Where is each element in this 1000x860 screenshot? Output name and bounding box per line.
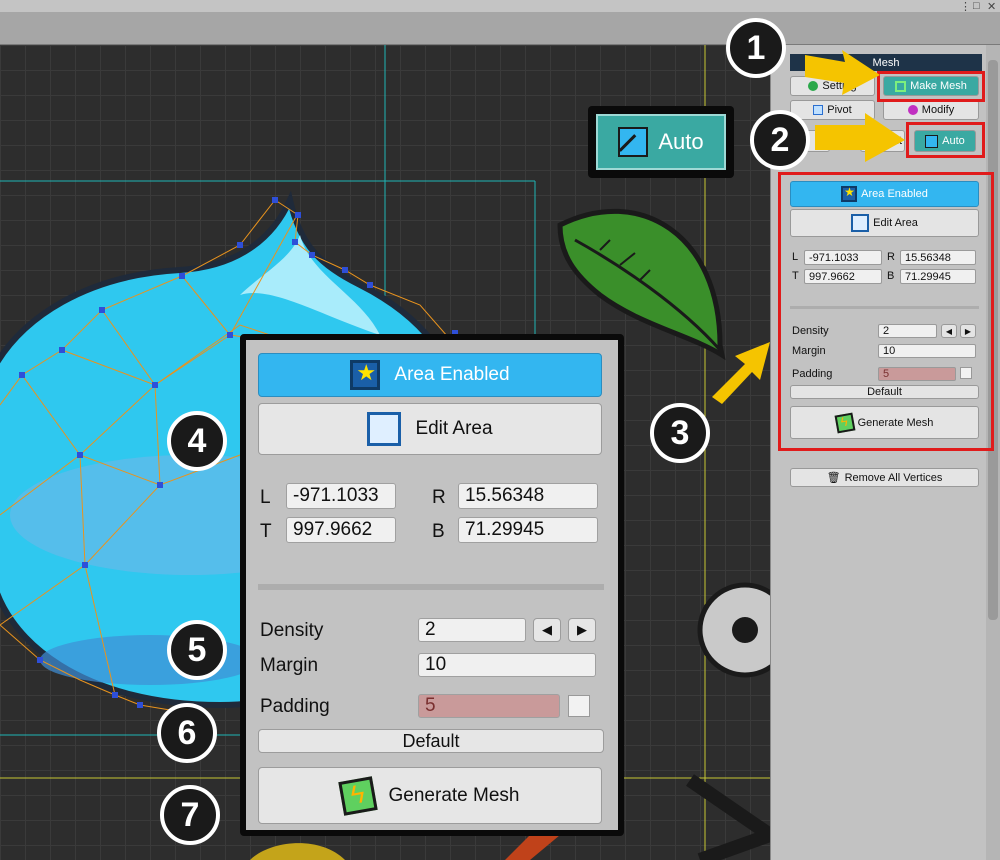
tab-add-label: A [821,135,829,147]
zoom-divider [258,584,604,590]
maximize-icon[interactable]: □ [973,0,980,12]
tab-edit[interactable]: it [860,130,905,152]
callout-3: 3 [650,403,710,463]
modify-icon [907,105,918,115]
zoom-area-enabled-button: ★ Area Enabled [258,353,602,397]
yellow-sprite [250,843,345,860]
arrow-right-icon: ▶ [577,622,587,637]
remove-all-vertices-label: Remove All Vertices [844,471,943,484]
zoom-generate-mesh-button: ϟ Generate Mesh [258,767,602,824]
mouth-sprite [686,774,770,860]
zoom-edit-area-label: Edit Area [415,418,493,439]
auto-zoom-button: Auto [596,114,726,170]
callout-5: 5 [167,620,227,680]
star-icon: ★ [350,360,381,390]
highlight-area-section [778,172,994,451]
zoom-padding-label: Padding [260,696,330,717]
tab-pivot[interactable]: Pivot [790,100,875,120]
zoom-density-decrease: ◀ [533,618,561,642]
zoom-margin-field: 10 [418,653,596,677]
tab-pivot-label: Pivot [827,104,852,116]
remove-all-vertices-button[interactable]: 🗑 Remove All Vertices [790,468,979,487]
highlight-auto [906,122,985,158]
editor-toolbar: ⋮ □ ✕ [0,0,1000,45]
auto-zoom-label: Auto [658,129,704,154]
zoom-bound-b-label: B [432,521,445,542]
zoom-density-label: Density [260,620,324,641]
magic-wand-icon [618,127,649,157]
trash-icon: 🗑 [826,472,841,484]
eye-sprite [697,582,770,678]
zoom-bound-r-field: 15.56348 [458,483,598,509]
auto-zoom-callout: Auto [588,106,734,178]
close-icon[interactable]: ✕ [987,0,996,13]
zoom-margin-label: Margin [260,655,319,676]
zoom-area-enabled-label: Area Enabled [394,364,510,385]
zoom-default-label: Default [402,730,460,751]
edit-area-icon [367,412,402,446]
lightning-icon: ϟ [337,775,378,816]
callout-6: 6 [157,703,217,763]
zoom-bound-t-label: T [260,521,272,542]
zoom-bound-l-field: -971.1033 [286,483,396,509]
zoom-density-increase: ▶ [568,618,596,642]
menu-icon[interactable]: ⋮ [960,0,971,13]
callout-7: 7 [160,785,220,845]
callout-2: 2 [750,110,810,170]
zoom-bound-r-label: R [432,487,446,508]
zoom-default-button: Default [258,729,604,753]
tab-modify[interactable]: Modify [883,100,979,120]
tab-setting[interactable]: Setting [790,76,875,96]
zoom-edit-area-button: Edit Area [258,403,602,455]
zoom-generate-mesh-label: Generate Mesh [388,784,520,806]
inspector-panel [770,45,1000,860]
pivot-icon [813,105,824,115]
zoom-bound-l-label: L [260,487,271,508]
arrow-left-icon: ◀ [542,622,552,637]
zoom-bound-t-field: 997.9662 [286,517,396,543]
tab-setting-label: Setting [822,80,857,92]
title-strip [0,0,1000,12]
tab-modify-label: Modify [921,104,955,116]
zoom-padding-checkbox [568,695,590,717]
gear-icon [808,81,819,91]
zoom-bound-b-field: 71.29945 [458,517,598,543]
callout-1: 1 [726,18,786,78]
zoom-density-field: 2 [418,618,526,642]
zoomed-area-panel: ★ Area Enabled Edit Area L -971.1033 R 1… [240,334,624,836]
panel-title: Mesh [790,54,982,71]
highlight-make-mesh [877,71,985,102]
callout-4: 4 [167,411,227,471]
zoom-padding-field: 5 [418,694,560,718]
tab-edit-label: it [896,135,903,147]
